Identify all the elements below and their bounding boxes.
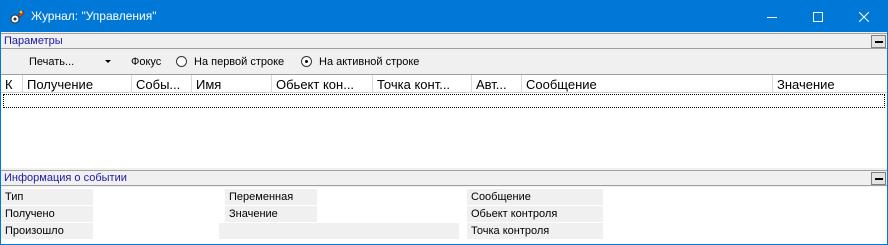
focus-first-row-radio[interactable]: На первой строке [176, 55, 296, 69]
toolbar: Печать... Фокус На первой строке На акти… [1, 50, 887, 74]
minimize-button[interactable] [749, 1, 795, 32]
window-title: Журнал: "Управления" [31, 9, 157, 23]
info-variable-label: Переменная [225, 189, 317, 205]
params-section-header: Параметры [1, 33, 887, 49]
info-empty-cell [219, 223, 459, 239]
info-received-value [93, 206, 219, 222]
column-header-k[interactable]: К [1, 75, 23, 93]
title-bar[interactable]: Журнал: "Управления" [1, 1, 887, 32]
info-value-label: Значение [225, 206, 317, 222]
table-row[interactable] [3, 94, 885, 108]
info-section-title: Информация о событии [4, 172, 127, 184]
info-received-label: Получено [1, 206, 93, 222]
info-variable-value [317, 189, 459, 205]
close-button[interactable] [841, 1, 887, 32]
event-info-panel: Тип Получено Произошло Переменная Значен… [1, 187, 887, 244]
info-control-point-value [603, 223, 887, 239]
column-header-event[interactable]: Собы... [132, 75, 192, 93]
info-section-header: Информация о событии [1, 170, 887, 186]
print-dropdown-button[interactable]: Печать... [5, 53, 115, 71]
focus-first-row-label: На первой строке [194, 56, 285, 68]
info-occurred-label: Произошло [1, 223, 93, 239]
events-grid[interactable]: К Получение Собы... Имя Обьект кон... То… [1, 74, 887, 168]
info-control-object-value [603, 206, 887, 222]
params-collapse-button[interactable] [871, 35, 886, 48]
info-message-label: Сообщение [467, 189, 603, 205]
column-header-message[interactable]: Сообщение [522, 75, 773, 93]
params-section-title: Параметры [4, 35, 63, 47]
info-type-label: Тип [1, 189, 93, 205]
maximize-icon [813, 11, 823, 22]
column-header-auto[interactable]: Авт... [472, 75, 522, 93]
minimize-icon [767, 16, 777, 18]
radio-checked-icon [301, 56, 312, 67]
radio-unchecked-icon [176, 56, 187, 67]
column-header-control-point[interactable]: Точка конт... [373, 75, 472, 93]
info-value-value [317, 206, 459, 222]
journal-window: Журнал: "Управления" Параметры Печать...… [0, 0, 888, 245]
focus-active-row-label: На активной строке [319, 56, 420, 68]
app-icon [9, 9, 25, 25]
focus-active-row-radio[interactable]: На активной строке [301, 55, 431, 69]
maximize-button[interactable] [795, 1, 841, 32]
info-collapse-button[interactable] [871, 172, 886, 185]
focus-label: Фокус [131, 56, 162, 68]
info-message-value [603, 189, 887, 205]
column-header-received[interactable]: Получение [23, 75, 132, 93]
column-header-name[interactable]: Имя [192, 75, 272, 93]
info-type-value [93, 189, 219, 205]
chevron-down-icon [105, 60, 111, 63]
grid-header: К Получение Собы... Имя Обьект кон... То… [1, 75, 887, 93]
column-header-value[interactable]: Значение [773, 75, 887, 93]
info-control-object-label: Обьект контроля [467, 206, 603, 222]
close-icon [859, 11, 869, 22]
print-label: Печать... [29, 56, 75, 68]
info-control-point-label: Точка контроля [467, 223, 603, 239]
info-occurred-value [93, 223, 219, 239]
column-header-control-object[interactable]: Обьект кон... [272, 75, 373, 93]
